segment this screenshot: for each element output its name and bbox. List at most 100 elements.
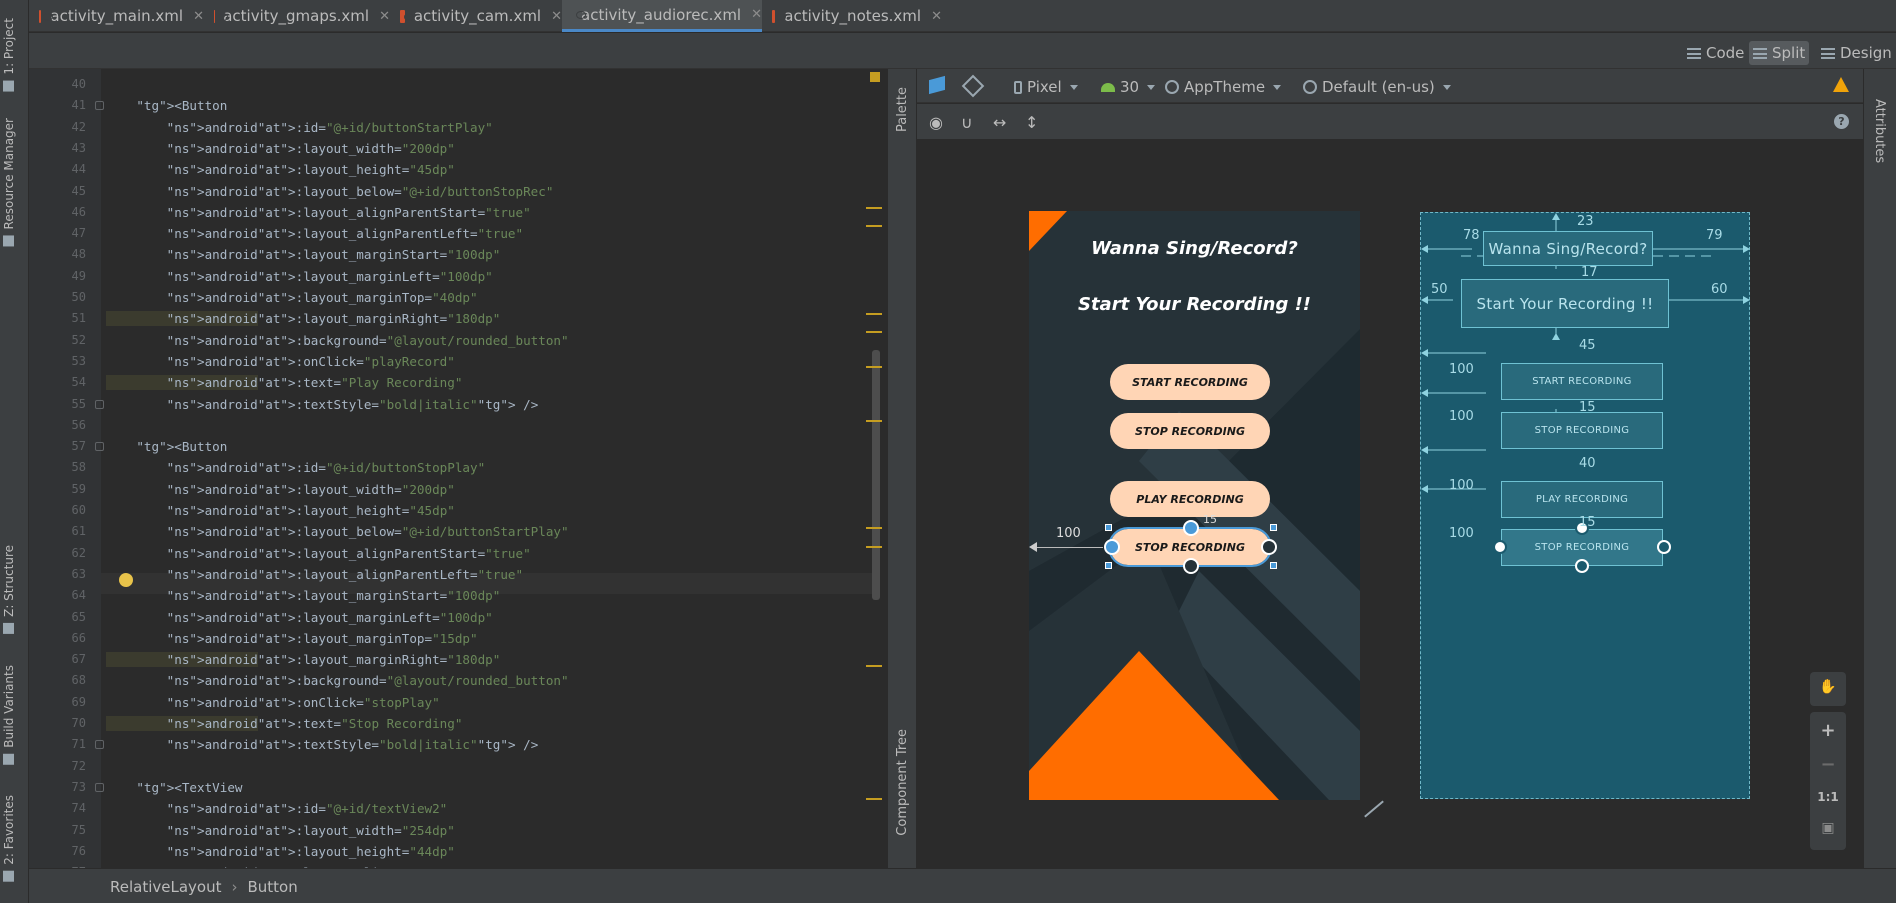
attributes-tab[interactable]: Attributes — [1872, 99, 1887, 163]
error-stripe-mark[interactable] — [866, 366, 882, 368]
play-recording-button[interactable]: PLAY RECORDING — [1110, 481, 1270, 517]
blueprint-title[interactable]: Wanna Sing/Record? — [1483, 231, 1653, 266]
error-stripe-mark[interactable] — [866, 546, 882, 548]
tab-activity-gmaps[interactable]: activity_gmaps.xml ✕ — [204, 0, 390, 32]
code-line[interactable]: "ns">android"at">:layout_height="45dp" — [106, 503, 455, 518]
error-stripe-mark[interactable] — [866, 665, 882, 667]
code-line[interactable]: "ns">android"at">:id="@+id/buttonStartPl… — [106, 120, 493, 135]
warning-marker[interactable] — [870, 72, 880, 82]
lightbulb-icon[interactable] — [119, 573, 133, 587]
project-tool-tab[interactable]: 1: Project — [2, 18, 16, 92]
blueprint-subtitle[interactable]: Start Your Recording !! — [1461, 279, 1669, 328]
code-line[interactable]: "tg"><Button — [106, 98, 227, 113]
code-line[interactable]: "ns">android"at">:layout_marginLeft="100… — [106, 610, 493, 625]
constraint-handle[interactable] — [1183, 520, 1199, 536]
code-line[interactable]: "ns">android"at">:text="Play Recording" — [106, 375, 462, 391]
constraint-handle[interactable] — [1575, 559, 1589, 573]
constraint-handle[interactable] — [1261, 539, 1277, 555]
code-line[interactable]: "ns">android"at">:onClick="playRecord" — [106, 354, 455, 369]
blueprint-play-button[interactable]: PLAY RECORDING — [1501, 481, 1663, 518]
code-editor[interactable]: 40 41 "tg"><Button 42 "ns">android"at">:id… — [29, 69, 879, 868]
theme-selector[interactable]: AppTheme — [1165, 78, 1282, 96]
resource-manager-tool-tab[interactable]: Resource Manager — [2, 118, 16, 247]
editor-scroll-thumb[interactable] — [872, 350, 880, 600]
editor-scrollbar[interactable] — [879, 69, 887, 868]
close-icon[interactable]: ✕ — [751, 7, 762, 22]
code-line[interactable]: "ns">android"at">:text="Stop Recording" — [106, 716, 462, 731]
code-line[interactable]: "ns">android"at">:background="@layout/ro… — [106, 333, 569, 348]
close-icon[interactable]: ✕ — [931, 9, 942, 24]
design-preview[interactable]: Wanna Sing/Record? Start Your Recording … — [1029, 211, 1360, 800]
code-line[interactable]: "ns">android"at">:id="@+id/textView2" — [106, 801, 448, 816]
breadcrumb-item[interactable]: Button — [247, 878, 297, 896]
error-stripe-mark[interactable] — [866, 420, 882, 422]
build-variants-tool-tab[interactable]: Build Variants — [2, 665, 16, 765]
resize-handle[interactable] — [1105, 524, 1112, 531]
zoom-actual-size-button[interactable]: 1:1 — [1810, 790, 1846, 804]
code-line[interactable]: "ns">android"at">:layout_width="254dp" — [106, 823, 455, 838]
close-icon[interactable]: ✕ — [379, 9, 390, 24]
fold-marker-icon[interactable] — [95, 782, 104, 792]
blueprint-stop-button[interactable]: STOP RECORDING — [1501, 412, 1663, 449]
design-view-button[interactable]: Design — [1817, 41, 1896, 65]
code-line[interactable]: "ns">android"at">:layout_alignParentLeft… — [106, 567, 523, 582]
code-line[interactable]: "ns">android"at">:layout_below="@+id/but… — [106, 184, 554, 199]
code-line[interactable]: "tg"><Button — [106, 439, 227, 454]
error-stripe-mark[interactable] — [866, 798, 882, 800]
error-stripe-mark[interactable] — [866, 207, 882, 209]
breadcrumb-item[interactable]: RelativeLayout — [110, 878, 221, 896]
code-line[interactable]: "ns">android"at">:layout_marginTop="40dp… — [106, 290, 478, 305]
zoom-out-button[interactable]: − — [1810, 754, 1846, 775]
tab-activity-notes[interactable]: activity_notes.xml ✕ — [762, 0, 942, 32]
locale-selector[interactable]: Default (en-us) — [1303, 78, 1451, 96]
tab-activity-audiorec[interactable]: activity_audiorec.xml ✕ — [562, 0, 762, 32]
layers-icon[interactable] — [929, 75, 945, 95]
code-line[interactable]: "ns">android"at">:layout_marginStart="10… — [106, 588, 501, 603]
code-line[interactable]: "tg"><TextView — [106, 780, 242, 795]
error-stripe-mark[interactable] — [866, 331, 882, 333]
code-line[interactable]: "ns">android"at">:layout_height="44dp" — [106, 844, 455, 859]
eye-icon[interactable]: ◉ — [929, 113, 943, 132]
blueprint-start-button[interactable]: START RECORDING — [1501, 363, 1663, 400]
code-line[interactable]: "ns">android"at">:layout_width="200dp" — [106, 482, 455, 497]
code-line[interactable]: "ns">android"at">:layout_marginRight="18… — [106, 652, 500, 668]
constraint-handle[interactable] — [1493, 540, 1507, 554]
resize-handle[interactable] — [1270, 562, 1277, 569]
fold-marker-icon[interactable] — [95, 101, 104, 111]
close-icon[interactable]: ✕ — [551, 9, 562, 24]
device-selector[interactable]: Pixel — [1014, 78, 1078, 96]
error-stripe-mark[interactable] — [866, 225, 882, 227]
code-view-button[interactable]: Code — [1683, 41, 1748, 65]
error-stripe-mark[interactable] — [866, 527, 882, 529]
code-line[interactable]: "ns">android"at">:layout_alignParentLeft… — [106, 226, 523, 241]
code-line[interactable]: "ns">android"at">:layout_marginTop="15dp… — [106, 631, 478, 646]
warning-icon[interactable] — [1833, 77, 1849, 92]
constraint-handle[interactable] — [1183, 558, 1199, 574]
split-view-button[interactable]: Split — [1749, 41, 1810, 65]
help-icon[interactable]: ? — [1834, 114, 1849, 129]
code-line[interactable]: "ns">android"at">:onClick="stopPlay" — [106, 695, 440, 710]
code-line[interactable]: "ns">android"at">:layout_below="@+id/but… — [106, 524, 569, 539]
pan-button[interactable]: ✋ — [1810, 672, 1846, 706]
close-icon[interactable]: ✕ — [193, 9, 204, 24]
code-line[interactable]: "ns">android"at">:textStyle="bold|italic… — [106, 737, 539, 752]
code-line[interactable]: "ns">android"at">:layout_alignParentStar… — [106, 205, 531, 220]
code-line[interactable]: "ns">android"at">:background="@layout/ro… — [106, 673, 569, 688]
api-level-selector[interactable]: 30 — [1101, 78, 1156, 96]
blueprint-preview[interactable]: Wanna Sing/Record? Start Your Recording … — [1420, 212, 1750, 799]
structure-tool-tab[interactable]: Z: Structure — [2, 545, 16, 634]
stop-recording-button[interactable]: STOP RECORDING — [1110, 413, 1270, 449]
code-line[interactable]: "ns">android"at">:layout_height="45dp" — [106, 162, 455, 177]
code-line[interactable]: "ns">android"at">:layout_width="200dp" — [106, 141, 455, 156]
orientation-icon[interactable] — [961, 74, 985, 98]
code-line[interactable]: "ns">android"at">:layout_marginStart="10… — [106, 247, 501, 262]
code-line[interactable]: "ns">android"at">:layout_marginRight="18… — [106, 311, 500, 327]
fold-marker-icon[interactable] — [95, 399, 104, 409]
code-line[interactable]: "ns">android"at">:layout_alignParentStar… — [106, 546, 531, 561]
favorites-tool-tab[interactable]: 2: Favorites — [2, 795, 16, 882]
code-line[interactable]: "ns">android"at">:id="@+id/buttonStopPla… — [106, 460, 486, 475]
code-line[interactable]: "ns">android"at">:layout_marginLeft="100… — [106, 269, 493, 284]
palette-tab[interactable]: Palette — [895, 87, 910, 132]
constraint-handle[interactable] — [1104, 539, 1120, 555]
tab-activity-cam[interactable]: activity_cam.xml ✕ — [390, 0, 562, 32]
